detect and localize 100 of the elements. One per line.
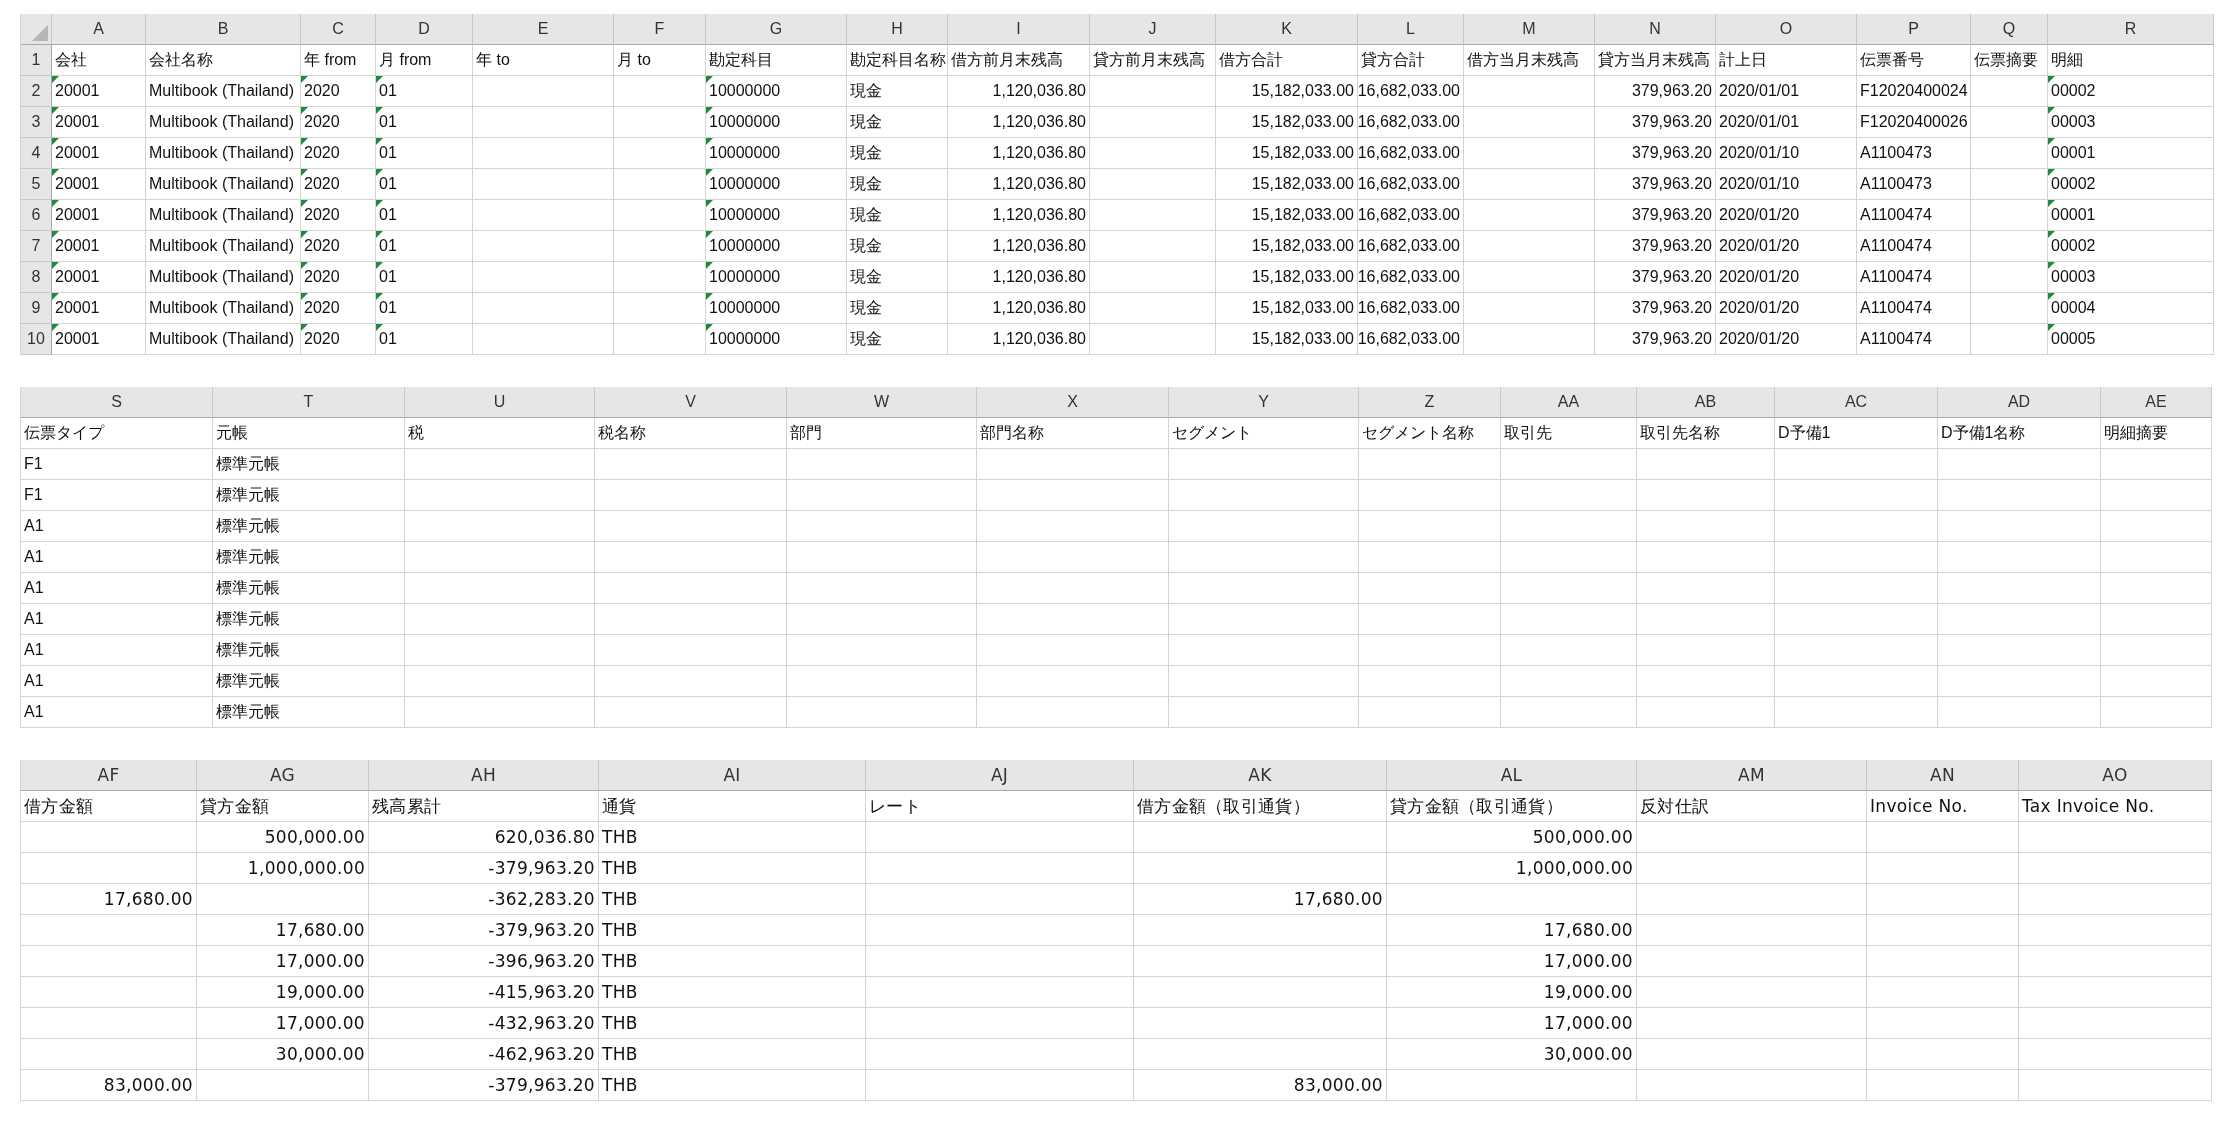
column-header[interactable]: C bbox=[301, 14, 376, 45]
column-header[interactable]: AG bbox=[197, 760, 369, 791]
column-header[interactable]: O bbox=[1716, 14, 1857, 45]
table-cell: 取引先 bbox=[1501, 418, 1637, 449]
table-cell: 2020 bbox=[301, 76, 376, 107]
column-header[interactable]: AM bbox=[1637, 760, 1867, 791]
table-cell: 標準元帳 bbox=[213, 573, 405, 604]
row-header[interactable]: 9 bbox=[21, 293, 52, 324]
column-header[interactable]: AE bbox=[2101, 387, 2212, 418]
table-cell: 1,120,036.80 bbox=[948, 107, 1090, 138]
table-cell: 部門名称 bbox=[977, 418, 1169, 449]
column-header[interactable]: V bbox=[595, 387, 787, 418]
table-cell: Multibook (Thailand) bbox=[146, 200, 301, 231]
text-number-flag-icon bbox=[301, 231, 308, 238]
table-cell: Multibook (Thailand) bbox=[146, 107, 301, 138]
column-header[interactable]: H bbox=[847, 14, 948, 45]
column-header[interactable]: K bbox=[1216, 14, 1358, 45]
table-cell: 500,000.00 bbox=[1387, 822, 1637, 853]
column-header[interactable]: AD bbox=[1938, 387, 2101, 418]
row-header[interactable]: 8 bbox=[21, 262, 52, 293]
table-cell: 2020/01/01 bbox=[1716, 107, 1857, 138]
column-header[interactable]: M bbox=[1464, 14, 1595, 45]
table-cell: 20001 bbox=[52, 138, 146, 169]
table-cell: 00002 bbox=[2048, 231, 2214, 262]
row-header[interactable]: 4 bbox=[21, 138, 52, 169]
column-header[interactable]: D bbox=[376, 14, 473, 45]
table-cell: 20001 bbox=[52, 169, 146, 200]
column-header[interactable]: Y bbox=[1169, 387, 1359, 418]
table-cell: 17,000.00 bbox=[197, 946, 369, 977]
table-cell: 部門 bbox=[787, 418, 977, 449]
table-cell: 月 to bbox=[614, 45, 706, 76]
column-header[interactable]: AI bbox=[599, 760, 866, 791]
column-header[interactable]: B bbox=[146, 14, 301, 45]
column-header[interactable]: AJ bbox=[866, 760, 1134, 791]
column-header[interactable]: N bbox=[1595, 14, 1716, 45]
row-header[interactable]: 2 bbox=[21, 76, 52, 107]
row-header[interactable]: 10 bbox=[21, 324, 52, 355]
column-header[interactable]: L bbox=[1358, 14, 1464, 45]
table-cell: 1,120,036.80 bbox=[948, 76, 1090, 107]
column-header[interactable]: AA bbox=[1501, 387, 1637, 418]
table-cell: 2020 bbox=[301, 138, 376, 169]
row-header[interactable]: 3 bbox=[21, 107, 52, 138]
column-header[interactable]: T bbox=[213, 387, 405, 418]
table-cell: 00001 bbox=[2048, 200, 2214, 231]
table-cell: A1 bbox=[21, 573, 213, 604]
table-cell: 2020/01/20 bbox=[1716, 200, 1857, 231]
table-cell: THB bbox=[599, 853, 866, 884]
table-cell: Invoice No. bbox=[1867, 791, 2019, 822]
table-cell: 379,963.20 bbox=[1595, 138, 1716, 169]
column-header[interactable]: AH bbox=[369, 760, 599, 791]
table-cell: 2020/01/20 bbox=[1716, 293, 1857, 324]
table-cell: 借方金額 bbox=[21, 791, 197, 822]
column-header[interactable]: AO bbox=[2019, 760, 2212, 791]
table-cell: 1,120,036.80 bbox=[948, 138, 1090, 169]
column-header[interactable]: P bbox=[1857, 14, 1971, 45]
row-header[interactable]: 6 bbox=[21, 200, 52, 231]
table-cell: 月 from bbox=[376, 45, 473, 76]
column-header[interactable]: X bbox=[977, 387, 1169, 418]
column-header[interactable]: Z bbox=[1359, 387, 1501, 418]
table-cell: 16,682,033.00 bbox=[1358, 231, 1464, 262]
table-cell: 30,000.00 bbox=[1387, 1039, 1637, 1070]
table-cell: Multibook (Thailand) bbox=[146, 324, 301, 355]
column-header[interactable]: F bbox=[614, 14, 706, 45]
column-header[interactable]: W bbox=[787, 387, 977, 418]
column-header[interactable]: AK bbox=[1134, 760, 1387, 791]
column-header[interactable]: R bbox=[2048, 14, 2214, 45]
column-header[interactable]: AN bbox=[1867, 760, 2019, 791]
table-cell: 現金 bbox=[847, 107, 948, 138]
table-cell: 17,000.00 bbox=[1387, 1008, 1637, 1039]
table-cell: 貸方合計 bbox=[1358, 45, 1464, 76]
column-header[interactable]: AC bbox=[1775, 387, 1938, 418]
column-header[interactable]: J bbox=[1090, 14, 1216, 45]
table-cell: A1100473 bbox=[1857, 169, 1971, 200]
table-cell: 00003 bbox=[2048, 107, 2214, 138]
table-cell: A1 bbox=[21, 635, 213, 666]
table-cell: 2020 bbox=[301, 200, 376, 231]
table-cell: 16,682,033.00 bbox=[1358, 107, 1464, 138]
column-header[interactable]: Q bbox=[1971, 14, 2048, 45]
column-header[interactable]: I bbox=[948, 14, 1090, 45]
table-cell: 15,182,033.00 bbox=[1216, 293, 1358, 324]
column-header[interactable]: AB bbox=[1637, 387, 1775, 418]
row-header[interactable]: 5 bbox=[21, 169, 52, 200]
table-cell: THB bbox=[599, 977, 866, 1008]
text-number-flag-icon bbox=[52, 293, 59, 300]
table-cell: 標準元帳 bbox=[213, 635, 405, 666]
row-header[interactable]: 1 bbox=[21, 45, 52, 76]
column-header[interactable]: AF bbox=[21, 760, 197, 791]
table-cell: 伝票番号 bbox=[1857, 45, 1971, 76]
column-header[interactable]: A bbox=[52, 14, 146, 45]
text-number-flag-icon bbox=[376, 324, 383, 331]
table-cell: 20001 bbox=[52, 293, 146, 324]
column-header[interactable]: U bbox=[405, 387, 595, 418]
table-cell: 1,120,036.80 bbox=[948, 293, 1090, 324]
column-header[interactable]: S bbox=[21, 387, 213, 418]
column-header[interactable]: E bbox=[473, 14, 614, 45]
column-header[interactable]: AL bbox=[1387, 760, 1637, 791]
column-header[interactable]: G bbox=[706, 14, 847, 45]
table-cell: -462,963.20 bbox=[369, 1039, 599, 1070]
table-cell: A1100474 bbox=[1857, 293, 1971, 324]
row-header[interactable]: 7 bbox=[21, 231, 52, 262]
